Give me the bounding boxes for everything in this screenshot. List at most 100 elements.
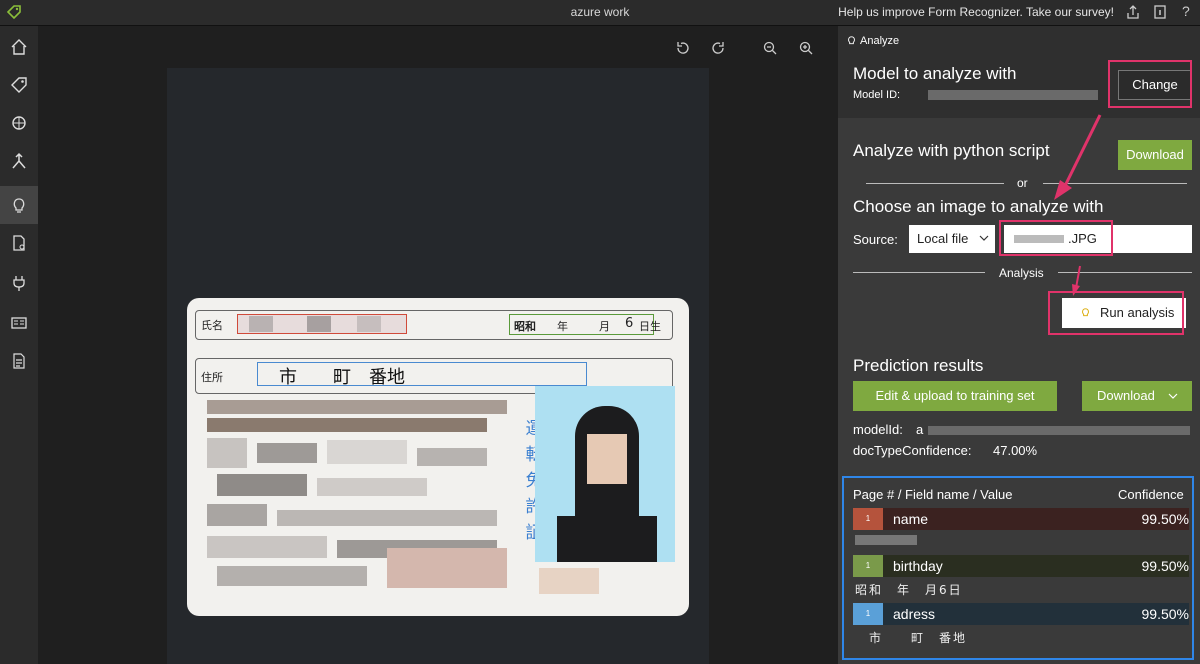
source-label: Source: (853, 232, 898, 247)
pixel-block (277, 510, 497, 526)
title-bar: azure work Help us improve Form Recogniz… (0, 0, 1200, 26)
sidebar-item-analyze[interactable] (0, 186, 38, 224)
panel-header-title: Analyze (860, 35, 900, 47)
annotation-arrow (1072, 265, 1081, 296)
portrait-face-pixelated (587, 434, 627, 484)
annotation-arrow (1054, 114, 1102, 200)
birth-year-unit: 年 (557, 320, 568, 333)
rotate-left-icon[interactable] (675, 40, 691, 56)
source-select-value: Local file (917, 231, 969, 246)
birth-day: 6 (625, 316, 634, 331)
sidebar-item-home[interactable] (0, 28, 38, 66)
field-value: 市 町 番地 (855, 631, 968, 645)
sidebar-item-document-settings[interactable] (0, 224, 38, 262)
sidebar-item-compose[interactable] (0, 142, 38, 180)
page-badge: 1 (853, 508, 883, 530)
table-row[interactable]: 1 birthday 99.50% (853, 555, 1189, 577)
pixel-block (207, 536, 327, 558)
field-value-redacted (855, 535, 917, 545)
analysis-label: Analysis (999, 266, 1044, 280)
help-icon[interactable]: ? (1182, 3, 1198, 19)
card-name-label: 氏名 (201, 319, 223, 332)
divider (866, 183, 1004, 184)
sidebar-item-layout[interactable] (0, 304, 38, 342)
pixel-block (387, 548, 507, 588)
sidebar-item-connections[interactable] (0, 264, 38, 302)
or-label: or (1017, 176, 1028, 190)
pixel-block (357, 316, 381, 332)
document-image: 氏名 昭和 年 月 6 日生 住所 市 町 番地 運転免許証 (167, 68, 709, 664)
license-card: 氏名 昭和 年 月 6 日生 住所 市 町 番地 運転免許証 (187, 298, 689, 616)
field-name: adress (893, 606, 936, 622)
field-confidence: 99.50% (1141, 558, 1189, 574)
card-address-label: 住所 (201, 371, 223, 384)
model-title: Model to analyze with (853, 64, 1017, 83)
field-name: birthday (893, 558, 943, 574)
pixel-block (327, 440, 407, 464)
download-results-button[interactable]: Download (1082, 381, 1192, 411)
document-settings-icon (13, 235, 25, 251)
table-row[interactable]: 1 adress 99.50% (853, 603, 1189, 625)
page-badge: 1 (853, 555, 883, 577)
pixel-block (539, 568, 599, 594)
sidebar-item-train[interactable] (0, 104, 38, 142)
sidebar-item-tags[interactable] (0, 66, 38, 104)
model-id-redacted (928, 90, 1098, 100)
edit-upload-button[interactable]: Edit & upload to training set (853, 381, 1057, 411)
model-id-result-redacted (928, 426, 1190, 435)
pixel-block (317, 478, 427, 496)
pixel-block (217, 474, 307, 496)
pixel-block (207, 418, 487, 432)
pixel-block (207, 438, 247, 468)
table-header-field: Page # / Field name / Value (853, 487, 1013, 502)
image-canvas[interactable]: 氏名 昭和 年 月 6 日生 住所 市 町 番地 運転免許証 (38, 26, 838, 664)
tag-icon (11, 77, 27, 93)
pixel-block (249, 316, 273, 332)
rotate-right-icon[interactable] (710, 40, 726, 56)
portrait-photo (535, 386, 675, 562)
doc-confidence-label: docTypeConfidence: (853, 443, 972, 458)
field-confidence: 99.50% (1141, 606, 1189, 622)
birth-era: 昭和 (514, 320, 536, 333)
doc-confidence-value: 47.00% (993, 443, 1038, 458)
download-results-label: Download (1097, 388, 1155, 403)
share-icon[interactable] (1125, 4, 1141, 20)
page-badge: 1 (853, 603, 883, 625)
chevron-down-icon (979, 235, 989, 241)
info-icon[interactable] (1152, 4, 1168, 20)
pixel-block (207, 504, 267, 526)
pixel-block (217, 566, 367, 586)
pixel-block (207, 400, 507, 414)
model-id-label: Model ID: (853, 89, 901, 101)
document-list-icon (13, 353, 25, 369)
table-row[interactable]: 1 name 99.50% (853, 508, 1189, 530)
birth-day-unit: 日生 (639, 320, 661, 333)
source-select[interactable]: Local file (909, 225, 995, 253)
change-highlight (1108, 60, 1192, 108)
field-confidence: 99.50% (1141, 511, 1189, 527)
field-name: name (893, 511, 929, 527)
model-id-result-value: a (916, 422, 924, 437)
model-id-result-label: modelId: (853, 422, 903, 437)
lightbulb-icon (848, 36, 855, 45)
zoom-out-icon[interactable] (762, 40, 778, 56)
sidebar (0, 26, 38, 664)
download-script-button[interactable]: Download (1118, 140, 1192, 170)
survey-link[interactable]: Help us improve Form Recognizer. Take ou… (838, 5, 1114, 19)
model-section: Model to analyze with Model ID: Change (838, 56, 1200, 118)
merge-icon (12, 152, 26, 169)
table-header-confidence: Confidence (1118, 487, 1184, 502)
plug-icon (13, 276, 25, 291)
birth-month-unit: 月 (599, 320, 610, 333)
home-icon (11, 39, 27, 55)
id-card-icon (11, 317, 27, 329)
divider (853, 272, 985, 273)
file-highlight (999, 220, 1113, 256)
chevron-down-icon (1168, 393, 1178, 399)
sidebar-item-documents[interactable] (0, 342, 38, 380)
train-icon (12, 116, 26, 130)
zoom-in-icon[interactable] (798, 40, 814, 56)
pixel-block (417, 448, 487, 466)
pixel-block (257, 443, 317, 463)
analyze-panel: Analyze Model to analyze with Model ID: … (838, 26, 1200, 664)
